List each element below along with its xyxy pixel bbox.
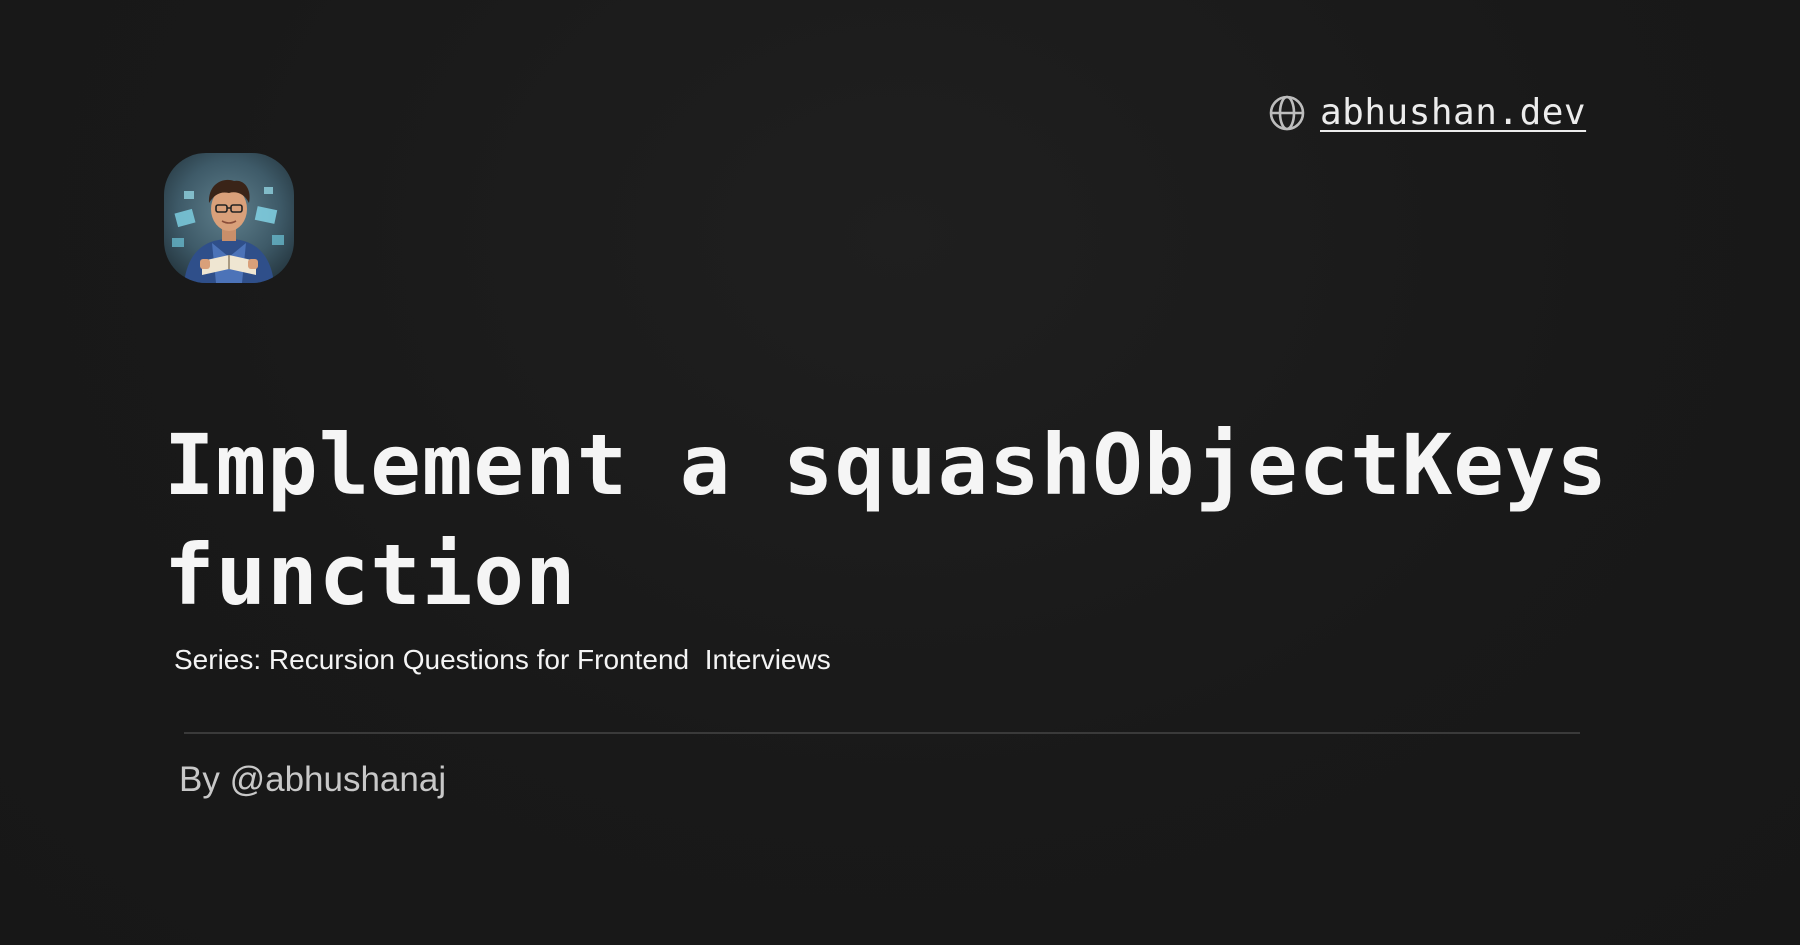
post-title: Implement a squashObjectKeys function <box>164 416 1609 624</box>
author-byline: By @abhushanaj <box>179 760 447 799</box>
site-link[interactable]: abhushan.dev <box>1268 92 1586 133</box>
og-card: abhushan.dev Implement a squashObjectKey… <box>0 0 1800 945</box>
globe-icon <box>1268 94 1306 132</box>
series-label: Series: Recursion Questions for Frontend… <box>174 644 831 675</box>
site-url: abhushan.dev <box>1320 92 1587 133</box>
divider <box>184 732 1580 734</box>
author-avatar <box>164 153 294 283</box>
